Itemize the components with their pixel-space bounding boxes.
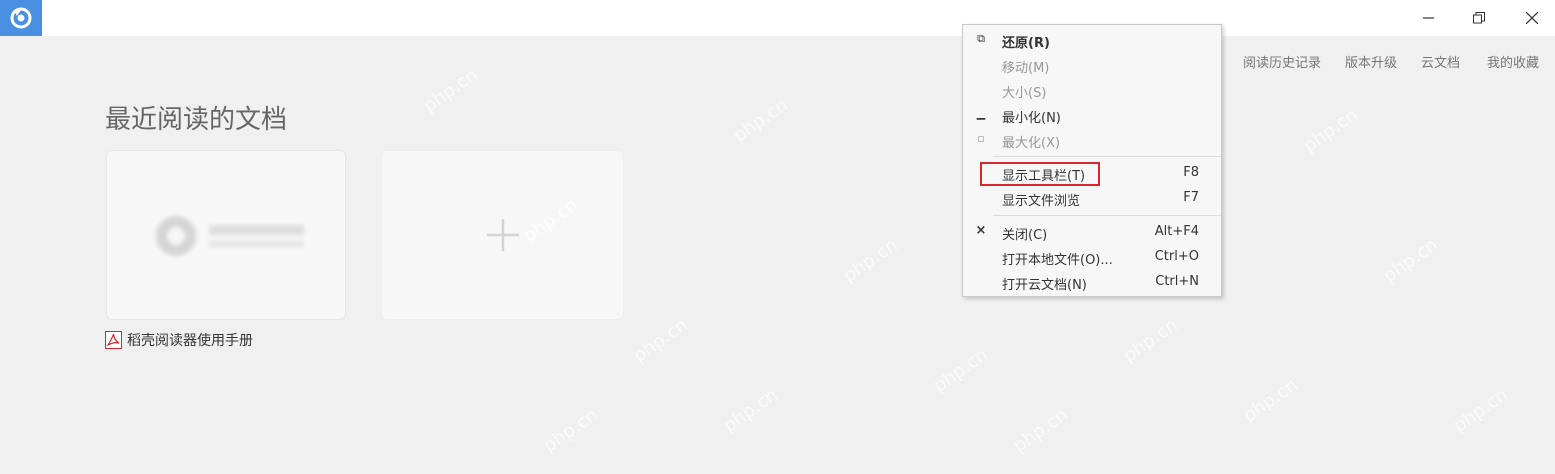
watermark-text: php.cn [1449, 384, 1512, 437]
menu-item-label: 打开本地文件(O)... [1002, 253, 1113, 268]
menu-item-shortcut: Ctrl+O [1154, 249, 1199, 264]
nav-my-favorites[interactable]: 我的收藏 [1487, 52, 1539, 71]
close-icon: × [975, 223, 987, 238]
menu-item-label: 显示文件浏览 [1002, 194, 1081, 209]
menu-item-open-cloud-doc[interactable]: 打开云文档(N) Ctrl+N [963, 270, 1221, 295]
minimize-icon[interactable] [1406, 0, 1452, 36]
section-title: 最近阅读的文档 [105, 105, 288, 135]
restore-icon: ⧉ [977, 32, 985, 45]
menu-item-label: 移动(M) [1002, 61, 1050, 76]
watermark-text: php.cn [1379, 234, 1442, 287]
add-file-card[interactable] [381, 150, 624, 320]
watermark-text: php.cn [1239, 374, 1302, 427]
menu-item-minimize[interactable]: ▁ 最小化(N) [963, 103, 1221, 128]
nav-version-upgrade[interactable]: 版本升级 [1345, 52, 1397, 71]
menu-item-maximize[interactable]: ▫ 最大化(X) [963, 128, 1221, 153]
minimize-icon: ▁ [976, 107, 986, 120]
watermark-text: php.cn [839, 234, 902, 287]
menu-item-shortcut: F8 [1183, 165, 1199, 180]
watermark-text: php.cn [419, 64, 482, 117]
close-icon[interactable] [1509, 0, 1555, 36]
menu-item-label: 关闭(C) [1002, 228, 1048, 243]
watermark-text: php.cn [539, 404, 602, 457]
menu-item-move[interactable]: 移动(M) [963, 53, 1221, 78]
restore-icon[interactable] [1456, 0, 1502, 36]
highlight-box [980, 162, 1100, 186]
watermark-text: php.cn [629, 314, 692, 367]
system-context-menu: ⧉ 还原(R) 移动(M) 大小(S) ▁ 最小化(N) ▫ 最大化(X) 显示… [962, 24, 1222, 297]
menu-item-label: 还原(R) [1002, 36, 1050, 51]
menu-item-shortcut: Ctrl+N [1155, 274, 1199, 289]
menu-item-size[interactable]: 大小(S) [963, 78, 1221, 103]
menu-item-shortcut: F7 [1183, 190, 1199, 205]
watermark-text: php.cn [1119, 314, 1182, 367]
watermark-text: php.cn [1299, 104, 1362, 157]
menu-item-close[interactable]: × 关闭(C) Alt+F4 [963, 220, 1221, 245]
maximize-icon: ▫ [977, 132, 985, 145]
title-bar [0, 0, 1555, 36]
menu-item-restore[interactable]: ⧉ 还原(R) [963, 28, 1221, 53]
app-logo-icon[interactable] [0, 0, 42, 36]
watermark-text: php.cn [729, 94, 792, 147]
plus-icon [487, 219, 519, 251]
file-thumbnail [156, 216, 304, 256]
menu-item-label: 最小化(N) [1002, 111, 1061, 126]
menu-item-label: 最大化(X) [1002, 136, 1061, 151]
menu-separator [993, 215, 1221, 216]
watermark-text: php.cn [929, 344, 992, 397]
watermark-text: php.cn [719, 384, 782, 437]
recent-file-card[interactable] [106, 150, 346, 320]
menu-separator [993, 156, 1221, 157]
menu-item-open-local-file[interactable]: 打开本地文件(O)... Ctrl+O [963, 245, 1221, 270]
nav-reading-history[interactable]: 阅读历史记录 [1243, 52, 1321, 71]
menu-item-label: 打开云文档(N) [1002, 278, 1087, 293]
menu-item-label: 大小(S) [1002, 86, 1047, 101]
nav-cloud-docs[interactable]: 云文档 [1421, 52, 1460, 71]
recent-file-name: 稻壳阅读器使用手册 [127, 333, 253, 349]
pdf-icon [105, 331, 122, 349]
menu-item-shortcut: Alt+F4 [1154, 224, 1199, 239]
watermark-text: php.cn [1009, 404, 1072, 457]
menu-item-show-file-browser[interactable]: 显示文件浏览 F7 [963, 186, 1221, 211]
recent-file-link[interactable]: 稻壳阅读器使用手册 [105, 330, 253, 350]
